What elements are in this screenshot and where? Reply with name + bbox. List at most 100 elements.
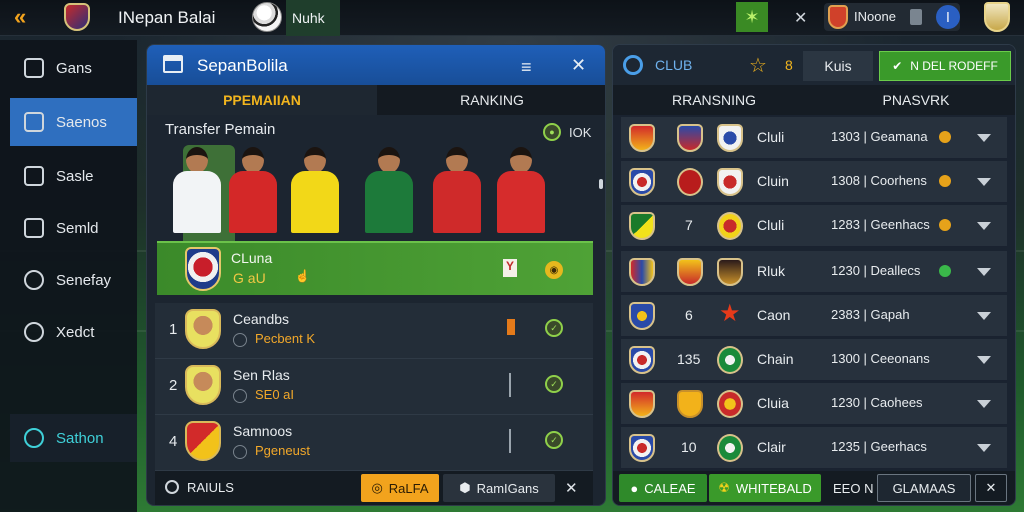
table-row[interactable]: Rluk 1230 | Deallecs bbox=[621, 251, 1007, 293]
club-name: INoone bbox=[854, 9, 896, 24]
sidebar-item-saenos[interactable]: Saenos bbox=[10, 98, 137, 146]
count-label: IOK bbox=[569, 124, 592, 140]
col-header-ranking[interactable]: RRANSNING bbox=[613, 85, 815, 115]
close-icon[interactable]: ✕ bbox=[975, 474, 1007, 502]
player-figure bbox=[361, 141, 417, 241]
player-figure bbox=[169, 141, 225, 241]
tab-ranking[interactable]: RANKING bbox=[377, 85, 605, 115]
selected-club-card[interactable]: CLuna G aU ☝ Y ◉ bbox=[157, 241, 593, 295]
player-figure bbox=[225, 141, 281, 241]
double-chevron-left-icon[interactable]: « bbox=[14, 6, 42, 28]
panel-header: SepanBolila ≡ ✕ bbox=[147, 45, 605, 85]
info-icon[interactable]: ǀ bbox=[936, 5, 960, 29]
club-card-value: G aU bbox=[233, 270, 266, 286]
cube-icon bbox=[24, 218, 44, 238]
toggle-icon bbox=[910, 9, 922, 25]
cancel-button[interactable]: ● CALEAE bbox=[619, 474, 707, 502]
check-icon: ✔ bbox=[892, 59, 903, 73]
results-label[interactable]: RAIULS bbox=[187, 480, 234, 495]
club-name: Cluli bbox=[757, 217, 785, 233]
table-row[interactable]: Cluli 1303 | Geamana bbox=[621, 117, 1007, 159]
sidebar-item-sathon[interactable]: Sathon bbox=[10, 414, 137, 462]
table-row[interactable]: Cluia 1230 | Caohees bbox=[621, 383, 1007, 425]
orange-button-label: RaLFA bbox=[388, 480, 429, 496]
brain-icon bbox=[24, 322, 44, 342]
green-action-button[interactable]: ✔ N DEL RODEFF bbox=[879, 51, 1011, 81]
sidebar-item-sasle[interactable]: Sasle bbox=[10, 152, 137, 200]
club-crest-icon bbox=[629, 258, 655, 286]
confirm-icon[interactable]: ✓ bbox=[545, 319, 563, 337]
chevron-down-icon[interactable] bbox=[977, 400, 991, 408]
club-shield-icon bbox=[828, 5, 848, 29]
confirm-icon[interactable]: ✓ bbox=[545, 375, 563, 393]
club-crest-icon bbox=[717, 212, 743, 240]
close-icon[interactable]: ✕ bbox=[571, 55, 586, 76]
home-icon[interactable] bbox=[163, 55, 183, 73]
eon-label[interactable]: EEO N bbox=[833, 481, 873, 496]
menu-icon[interactable]: ≡ bbox=[521, 57, 532, 78]
list-item[interactable]: 1 Ceandbs Pecbent K ✓ bbox=[155, 303, 593, 359]
chevron-down-icon[interactable] bbox=[977, 356, 991, 364]
panel-title: SepanBolila bbox=[197, 56, 288, 75]
sidebar-item-xedct[interactable]: Xedct bbox=[10, 308, 137, 356]
chevron-down-icon[interactable] bbox=[977, 222, 991, 230]
rank-number: 135 bbox=[677, 351, 701, 367]
world-button[interactable]: ☢ WHITEBALD bbox=[709, 474, 821, 502]
share-icon bbox=[24, 270, 44, 290]
player-avatar bbox=[185, 309, 221, 349]
coin-icon bbox=[939, 219, 951, 231]
team-tab[interactable]: Nuhk bbox=[286, 0, 340, 36]
sidebar-item-gans[interactable]: Gans bbox=[10, 44, 137, 92]
shield-icon: ⬢ bbox=[459, 480, 471, 495]
star-icon[interactable]: ✶ bbox=[736, 2, 768, 32]
club-crest-icon bbox=[717, 124, 743, 152]
list-item[interactable]: 4 Samnoos Pgeneust ✓ bbox=[155, 415, 593, 471]
chevron-down-icon[interactable] bbox=[977, 312, 991, 320]
club-crest-icon bbox=[629, 124, 655, 152]
rankings-button[interactable]: ⬢ RamIGans bbox=[443, 474, 555, 502]
club-crest-icon bbox=[677, 168, 703, 196]
ranking-header: CLUB ☆ 8 Kuis ✔ N DEL RODEFF bbox=[613, 45, 1015, 85]
transfer-panel: SepanBolila ≡ ✕ PPEMAIIAN RANKING Transf… bbox=[146, 44, 606, 506]
chevron-down-icon[interactable] bbox=[977, 444, 991, 452]
club-selector[interactable]: INoone ǀ bbox=[824, 3, 960, 31]
club-crest-icon bbox=[717, 434, 743, 462]
table-row[interactable]: 10 Clair 1235 | Geerhacs bbox=[621, 427, 1007, 469]
table-row[interactable]: Cluin 1308 | Coorhens bbox=[621, 161, 1007, 203]
tab-pemain[interactable]: PPEMAIIAN bbox=[147, 85, 377, 115]
chevron-down-icon[interactable] bbox=[977, 134, 991, 142]
club-score: 1308 | Coorhens bbox=[831, 173, 927, 188]
panel-footer: RAIULS ◎ RaLFA ⬢ RamIGans ✕ bbox=[155, 471, 593, 505]
club-badge-icon bbox=[185, 247, 221, 291]
scrollbar[interactable] bbox=[599, 179, 603, 189]
rank-number: 4 bbox=[169, 433, 178, 450]
divider bbox=[509, 373, 511, 397]
star-icon[interactable]: ☆ bbox=[749, 53, 767, 78]
tab-kuis[interactable]: Kuis bbox=[803, 51, 873, 81]
chevron-down-icon[interactable] bbox=[977, 178, 991, 186]
ranking-footer: ● CALEAE ☢ WHITEBALD EEO N GLAMAAS ✕ bbox=[613, 471, 1015, 505]
list-item[interactable]: 2 Sen Rlas SE0 aI ✓ bbox=[155, 359, 593, 415]
confirm-icon[interactable]: ✓ bbox=[545, 431, 563, 449]
globe-icon bbox=[233, 333, 247, 347]
table-row[interactable]: 135 Chain 1300 | Ceeonans bbox=[621, 339, 1007, 381]
club-name: Cluia bbox=[757, 395, 789, 411]
player-sub: Pecbent K bbox=[255, 331, 315, 346]
section-title: Transfer Pemain bbox=[165, 121, 276, 138]
panel-tabs: PPEMAIIAN RANKING bbox=[147, 85, 605, 115]
top-bar: « INepan Balai Nuhk ✶ ✕ INoone ǀ bbox=[0, 0, 1024, 36]
col-header-pnasvrk[interactable]: PNASVRK bbox=[815, 85, 1015, 115]
player-name: Ceandbs bbox=[233, 311, 290, 327]
close-icon[interactable]: ✕ bbox=[565, 479, 578, 497]
sidebar-item-semld[interactable]: Semld bbox=[10, 204, 137, 252]
sidebar-item-senefay[interactable]: Senefay bbox=[10, 256, 137, 304]
sidebar: Gans Saenos Sasle Semld Senefay Xedct Sa… bbox=[0, 40, 137, 512]
table-row[interactable]: 7 Cluli 1283 | Geenhacs bbox=[621, 205, 1007, 247]
club-crest-icon bbox=[717, 258, 743, 286]
app-title: INepan Balai bbox=[118, 8, 216, 27]
x-logo-icon[interactable]: ✕ bbox=[794, 8, 807, 28]
orange-action-button[interactable]: ◎ RaLFA bbox=[361, 474, 439, 502]
glamas-button[interactable]: GLAMAAS bbox=[877, 474, 971, 502]
chevron-down-icon[interactable] bbox=[977, 268, 991, 276]
table-row[interactable]: 6 ★ Caon 2383 | Gapah bbox=[621, 295, 1007, 337]
